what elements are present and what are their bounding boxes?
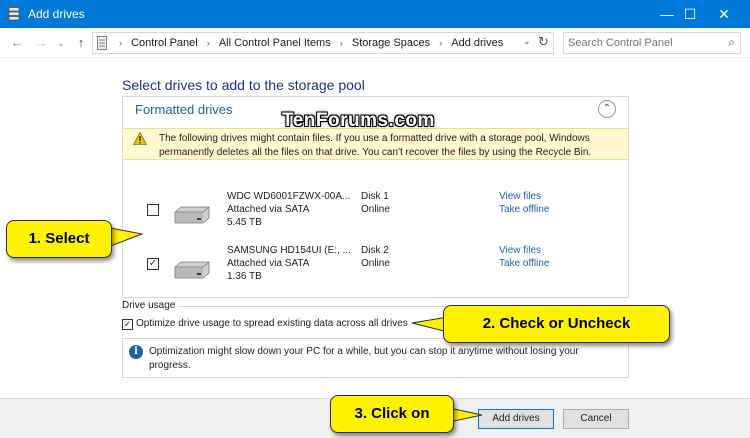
drive-status: Online <box>361 204 390 215</box>
collapse-chevron-icon[interactable]: ⌃ <box>598 100 616 118</box>
drive-disk-number: Disk 1 <box>361 191 389 202</box>
drive-status-info: Disk 1 Online <box>361 190 390 216</box>
storage-spaces-icon <box>8 7 20 21</box>
optimize-label[interactable]: Optimize drive usage to spread existing … <box>136 318 408 329</box>
take-offline-link[interactable]: Take offline <box>499 257 549 270</box>
breadcrumb-separator-icon[interactable]: › <box>439 38 442 48</box>
search-box[interactable]: ⌕ <box>563 32 741 54</box>
breadcrumb-storage-spaces[interactable]: Storage Spaces <box>352 37 430 49</box>
address-dropdown-icon[interactable]: ⌄ <box>523 36 531 47</box>
title-bar[interactable]: Add drives — ☐ ✕ <box>0 0 750 28</box>
drive-name: WDC WD6001FZWX-00A... <box>227 191 351 202</box>
control-panel-icon <box>97 36 107 50</box>
address-bar[interactable]: › Control Panel › All Control Panel Item… <box>92 32 554 54</box>
add-drives-button[interactable]: Add drives <box>478 409 554 429</box>
drive-name: SAMSUNG HD154UI (E:, ... <box>227 245 351 256</box>
breadcrumb-all-items[interactable]: All Control Panel Items <box>219 37 331 49</box>
callout-click: 3. Click on <box>330 395 454 433</box>
info-box: i Optimization might slow down your PC f… <box>122 338 629 378</box>
breadcrumb-add-drives[interactable]: Add drives <box>451 37 503 49</box>
warning-text: The following drives might contain files… <box>159 133 592 158</box>
cancel-button[interactable]: Cancel <box>563 409 629 429</box>
breadcrumb-separator-icon[interactable]: › <box>340 38 343 48</box>
drive-links: View files Take offline <box>499 244 549 270</box>
warning-icon <box>133 132 147 145</box>
breadcrumb: › Control Panel › All Control Panel Item… <box>113 37 503 49</box>
close-button[interactable]: ✕ <box>707 0 741 28</box>
page-title: Select drives to add to the storage pool <box>122 77 365 93</box>
drive-usage-label: Drive usage <box>122 300 176 311</box>
drive-status-info: Disk 2 Online <box>361 244 390 270</box>
up-arrow-icon[interactable]: ↑ <box>72 34 90 52</box>
drive-status: Online <box>361 258 390 269</box>
drive-connection: Attached via SATA <box>227 204 310 215</box>
search-input[interactable] <box>568 35 718 51</box>
drive-row-disk-2: ✓ SAMSUNG HD154UI (E:, ... Attached via … <box>123 244 628 292</box>
refresh-icon[interactable]: ↻ <box>538 34 549 50</box>
search-icon[interactable]: ⌕ <box>728 35 735 50</box>
breadcrumb-separator-icon: › <box>119 38 122 48</box>
drive-checkbox[interactable] <box>147 204 159 216</box>
callout-check: 2. Check or Uncheck <box>443 305 670 343</box>
info-text: Optimization might slow down your PC for… <box>149 346 579 371</box>
drive-info: SAMSUNG HD154UI (E:, ... Attached via SA… <box>227 244 351 283</box>
view-files-link[interactable]: View files <box>499 190 549 203</box>
drive-disk-number: Disk 2 <box>361 245 389 256</box>
hard-drive-icon <box>174 261 210 279</box>
warning-banner: The following drives might contain files… <box>123 128 628 160</box>
callout-select: 1. Select <box>6 220 112 258</box>
forward-arrow-icon[interactable]: → <box>32 34 50 52</box>
hard-drive-icon <box>174 206 210 224</box>
optimize-checkbox[interactable]: ✓ <box>122 319 133 330</box>
window-title: Add drives <box>28 7 85 21</box>
recent-locations-icon[interactable]: ⌄ <box>52 34 70 52</box>
take-offline-link[interactable]: Take offline <box>499 203 549 216</box>
info-icon: i <box>129 345 143 359</box>
back-arrow-icon[interactable]: ← <box>8 34 26 52</box>
drive-checkbox[interactable]: ✓ <box>147 258 159 270</box>
navigation-bar: ← → ⌄ ↑ › Control Panel › All Control Pa… <box>0 28 750 58</box>
add-drives-window: Add drives — ☐ ✕ ← → ⌄ ↑ › Control Panel… <box>0 0 750 438</box>
maximize-button[interactable]: ☐ <box>673 0 707 28</box>
drive-size: 1.36 TB <box>227 271 262 282</box>
drive-info: WDC WD6001FZWX-00A... Attached via SATA … <box>227 190 350 229</box>
view-files-link[interactable]: View files <box>499 244 549 257</box>
panel-title: Formatted drives <box>135 102 233 117</box>
watermark: TenForums.com <box>282 110 435 131</box>
drive-connection: Attached via SATA <box>227 258 310 269</box>
drive-row-disk-1: WDC WD6001FZWX-00A... Attached via SATA … <box>123 190 628 238</box>
drive-links: View files Take offline <box>499 190 549 216</box>
drive-size: 5.45 TB <box>227 217 262 228</box>
breadcrumb-control-panel[interactable]: Control Panel <box>131 37 198 49</box>
breadcrumb-separator-icon[interactable]: › <box>207 38 210 48</box>
